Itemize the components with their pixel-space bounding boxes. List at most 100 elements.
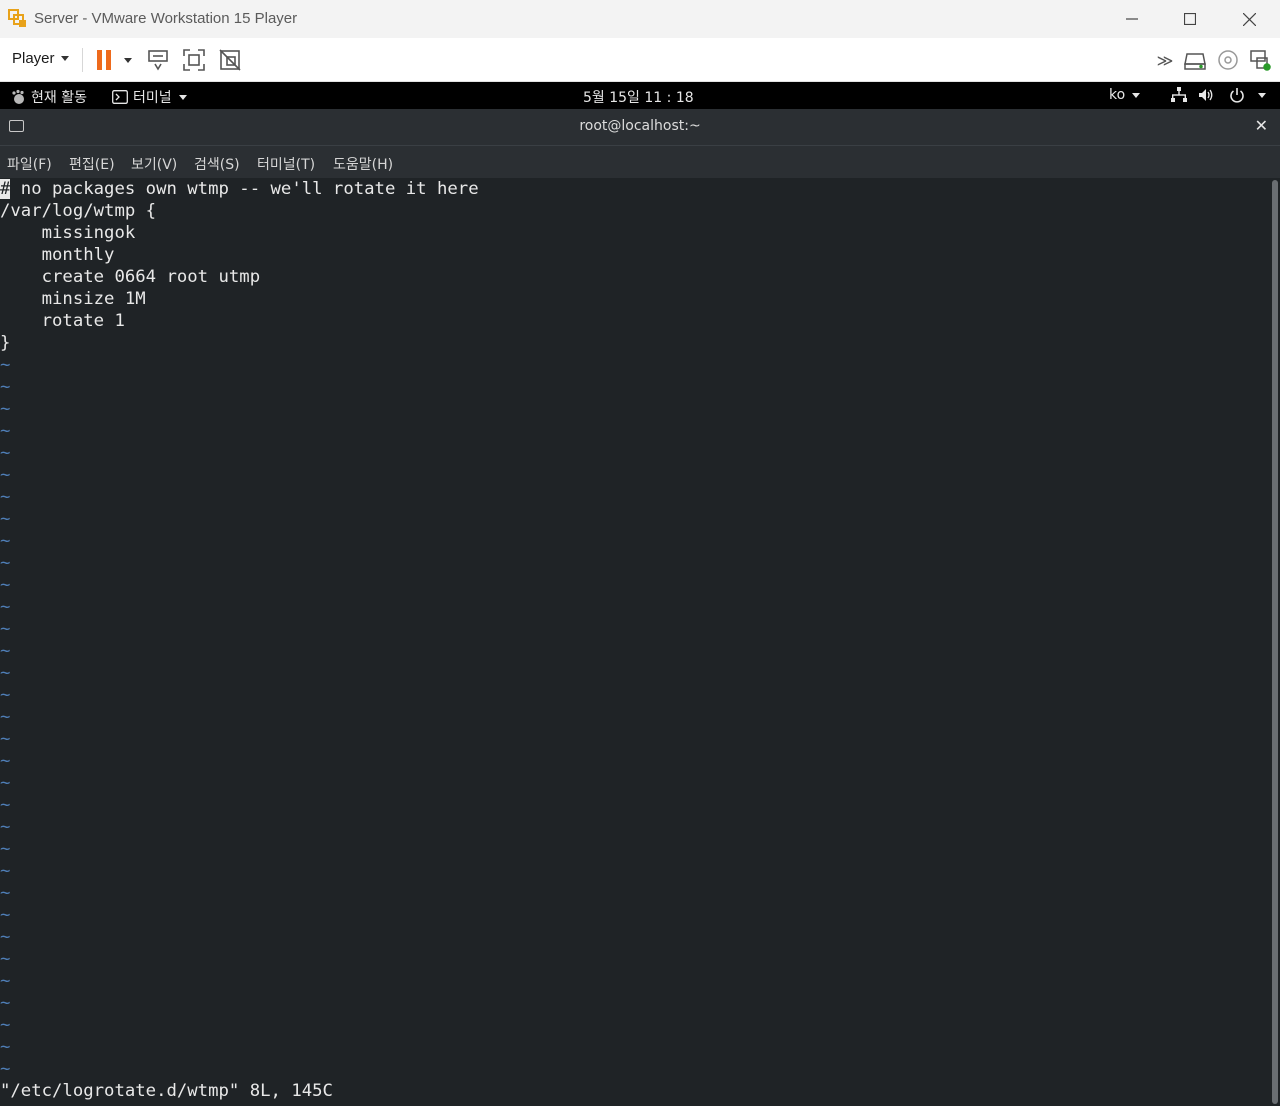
window-title: Server - VMware Workstation 15 Player [34, 10, 298, 27]
editor-line: minsize 1M [0, 289, 146, 309]
chevron-down-icon [178, 94, 187, 100]
network-adapter-button[interactable] [1246, 46, 1274, 74]
empty-line-tilde: ~ [0, 817, 11, 837]
minimize-icon [1126, 18, 1138, 20]
empty-line-tilde: ~ [0, 971, 11, 991]
empty-line-tilde: ~ [0, 927, 11, 947]
empty-line-tilde: ~ [0, 553, 11, 573]
close-icon: ✕ [1254, 116, 1268, 135]
minimize-button[interactable] [1103, 0, 1161, 38]
empty-line-tilde: ~ [0, 773, 11, 793]
fullscreen-button[interactable] [180, 46, 208, 74]
app-menu-terminal[interactable]: 터미널 [112, 87, 187, 107]
empty-line-tilde: ~ [0, 795, 11, 815]
close-icon [1242, 12, 1256, 26]
empty-line-tilde: ~ [0, 531, 11, 551]
empty-line-tilde: ~ [0, 377, 11, 397]
empty-line-tilde: ~ [0, 993, 11, 1013]
empty-line-tilde: ~ [0, 421, 11, 441]
text-cursor: # [0, 179, 11, 199]
terminal-content[interactable]: # no packages own wtmp -- we'll rotate i… [0, 178, 1268, 1106]
empty-line-tilde: ~ [0, 861, 11, 881]
menu-edit[interactable]: 편집(E) [69, 154, 115, 174]
hard-disk-button[interactable] [1181, 46, 1209, 74]
gnome-top-bar: 현재 활동 터미널 5월 15일 11 : 18 ko [0, 82, 1280, 109]
send-keys-icon [148, 50, 168, 71]
network-wired-icon [1171, 87, 1187, 102]
editor-line: } [0, 333, 11, 353]
empty-line-tilde: ~ [0, 597, 11, 617]
terminal-headerbar: root@localhost:~ ✕ [0, 109, 1280, 145]
editor-line: missingok [0, 223, 136, 243]
empty-line-tilde: ~ [0, 355, 11, 375]
vmware-toolbar: Player ≫ [0, 38, 1280, 82]
network-adapter-icon [1250, 50, 1271, 71]
menu-view[interactable]: 보기(V) [131, 154, 177, 174]
unity-button[interactable] [216, 46, 244, 74]
toolbar-separator [82, 48, 83, 72]
empty-line-tilde: ~ [0, 1037, 11, 1057]
chevron-down-icon [1258, 92, 1266, 98]
empty-line-tilde: ~ [0, 1015, 11, 1035]
empty-line-tilde: ~ [0, 751, 11, 771]
clock[interactable]: 5월 15일 11 : 18 [583, 87, 694, 107]
cd-drive-button[interactable] [1214, 46, 1242, 74]
menu-help[interactable]: 도움말(H) [333, 154, 393, 174]
window-titlebar: Server - VMware Workstation 15 Player [0, 0, 1280, 38]
app-menu-label: 터미널 [133, 90, 172, 106]
empty-line-tilde: ~ [0, 465, 11, 485]
menu-file[interactable]: 파일(F) [7, 154, 52, 174]
chevron-down-icon [1132, 92, 1141, 98]
send-ctrl-alt-del-button[interactable] [144, 46, 172, 74]
editor-line: create 0664 root utmp [0, 267, 261, 287]
volume-icon [1199, 89, 1213, 101]
editor-line: monthly [0, 245, 115, 265]
hard-disk-icon [1184, 53, 1206, 70]
empty-line-tilde: ~ [0, 707, 11, 727]
empty-line-tilde: ~ [0, 663, 11, 683]
empty-line-tilde: ~ [0, 883, 11, 903]
empty-line-tilde: ~ [0, 839, 11, 859]
double-chevron-right-icon: ≫ [1156, 50, 1174, 70]
chevron-down-icon [124, 57, 132, 63]
activities-button[interactable]: 현재 활동 [10, 87, 87, 107]
empty-line-tilde: ~ [0, 1059, 11, 1079]
empty-line-tilde: ~ [0, 399, 11, 419]
pause-button[interactable] [90, 46, 118, 74]
empty-line-tilde: ~ [0, 619, 11, 639]
terminal-menubar: 파일(F) 편집(E) 보기(V) 검색(S) 터미널(T) 도움말(H) [0, 145, 1280, 178]
empty-line-tilde: ~ [0, 729, 11, 749]
menu-search[interactable]: 검색(S) [194, 154, 240, 174]
chevron-down-icon [60, 56, 69, 61]
language-label: ko [1109, 87, 1126, 103]
vmware-app-icon [8, 9, 26, 27]
terminal-scrollbar[interactable] [1272, 180, 1278, 1104]
maximize-button[interactable] [1161, 0, 1219, 38]
power-options-dropdown[interactable] [116, 46, 140, 74]
close-terminal-button[interactable]: ✕ [1255, 116, 1268, 135]
player-menu-label: Player [12, 50, 55, 67]
editor-line: # no packages own wtmp -- we'll rotate i… [0, 179, 479, 199]
menu-terminal[interactable]: 터미널(T) [257, 154, 315, 174]
empty-line-tilde: ~ [0, 443, 11, 463]
empty-line-tilde: ~ [0, 487, 11, 507]
terminal-icon [112, 90, 128, 104]
empty-line-tilde: ~ [0, 905, 11, 925]
empty-line-tilde: ~ [0, 509, 11, 529]
empty-line-tilde: ~ [0, 949, 11, 969]
clock-label: 5월 15일 11 : 18 [583, 90, 694, 106]
gnome-foot-icon [12, 89, 24, 104]
player-menu[interactable]: Player [12, 50, 69, 67]
pause-icon [97, 50, 111, 70]
more-devices-button[interactable]: ≫ [1151, 46, 1179, 74]
power-icon [1230, 88, 1244, 103]
vim-status-line: "/etc/logrotate.d/wtmp" 8L, 145C [0, 1081, 333, 1101]
unity-icon [219, 49, 241, 71]
empty-line-tilde: ~ [0, 641, 11, 661]
maximize-icon [1184, 13, 1196, 25]
editor-line: rotate 1 [0, 311, 125, 331]
terminal-title: root@localhost:~ [579, 118, 701, 134]
system-menu[interactable] [1171, 87, 1266, 103]
close-window-button[interactable] [1220, 0, 1278, 38]
input-language-menu[interactable]: ko [1109, 87, 1141, 103]
